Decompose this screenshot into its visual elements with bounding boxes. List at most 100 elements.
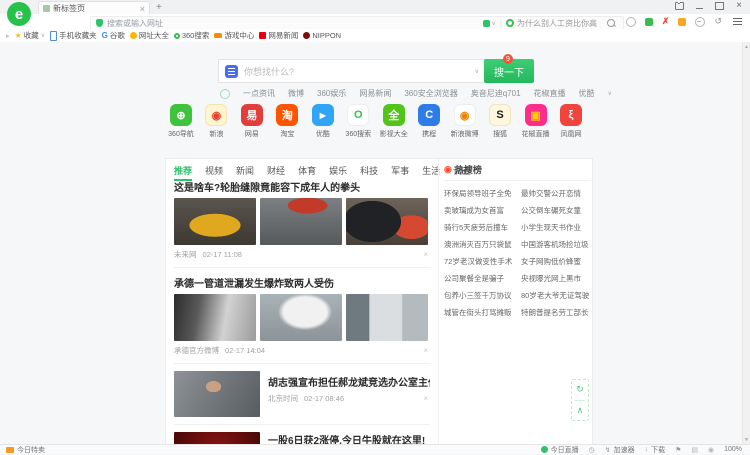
search-icon[interactable] xyxy=(607,19,615,27)
hot-word[interactable]: 360娱乐 xyxy=(317,88,346,99)
news-thumbnail[interactable] xyxy=(346,198,428,245)
news-thumbnail[interactable] xyxy=(174,198,256,245)
tab-close-icon[interactable]: × xyxy=(140,4,145,14)
downloads[interactable]: ↓ 下载 xyxy=(645,445,666,455)
page-scrollbar[interactable]: ▲ ▼ xyxy=(742,42,750,445)
accelerator[interactable]: ↯ 加速器 xyxy=(605,445,635,455)
chevron-down-icon[interactable]: ∨ xyxy=(492,20,496,27)
browser-tab[interactable]: 新标签页 × xyxy=(38,1,150,15)
hot-word[interactable]: 360安全浏览器 xyxy=(404,88,457,99)
refresh-hotwords-icon[interactable] xyxy=(220,89,230,99)
daily-deals[interactable]: 今日特卖 xyxy=(6,445,45,455)
app-sina[interactable]: ◉ 新浪 xyxy=(199,104,233,139)
app-taobao[interactable]: 淘 淘宝 xyxy=(270,104,304,139)
bookmark-favorites[interactable]: ★ 收藏 ∨ xyxy=(15,30,46,41)
news-thumbnail[interactable] xyxy=(174,371,260,417)
flag-icon[interactable]: ⚑ xyxy=(675,446,681,454)
page-search-box[interactable]: 你想找什么? ∨ xyxy=(218,59,485,83)
app-ctrip[interactable]: C 携程 xyxy=(412,104,446,139)
hot-search-suggestion[interactable]: 为什么别人工资比你高 xyxy=(517,18,597,29)
adblock-icon[interactable] xyxy=(695,17,705,27)
refresh-feed-icon[interactable]: ↻ xyxy=(576,384,584,395)
bookmark-netease-news[interactable]: 网易新闻 xyxy=(259,30,298,41)
hot-search-item[interactable]: 环保局领导班子全免 xyxy=(444,188,513,199)
hot-search-item[interactable]: 最帅交警公开恋情 xyxy=(521,188,590,199)
hot-search-item[interactable]: 80岁老大爷无证驾驶 xyxy=(521,290,590,301)
hot-search-item[interactable]: 72岁老汉做变性手术 xyxy=(444,256,513,267)
hot-search-item[interactable]: 包养小三签千万协议 xyxy=(444,290,513,301)
bookmark-site-directory[interactable]: 网址大全 xyxy=(130,30,169,41)
scroll-up-icon[interactable]: ▲ xyxy=(744,44,749,50)
bookmark-nippon[interactable]: NIPPON xyxy=(303,31,341,40)
restore-session-icon[interactable]: ↺ xyxy=(714,16,722,27)
news-thumbnail[interactable] xyxy=(346,294,428,341)
plugin-green-icon[interactable] xyxy=(483,20,490,27)
bookmark-360-search[interactable]: 360搜索 xyxy=(174,30,210,41)
skin-theme-icon[interactable] xyxy=(675,2,684,10)
hot-search-item[interactable]: 骑行5天疲劳后撞车 xyxy=(444,222,513,233)
news-item[interactable]: 承德一管道泄漏发生爆炸致两人受伤 承德官方微博 02-17 14:04 × xyxy=(174,275,430,356)
green-extension-icon[interactable] xyxy=(645,18,653,26)
chevron-down-icon[interactable]: ∨ xyxy=(608,90,612,97)
dismiss-icon[interactable]: × xyxy=(423,346,428,355)
hot-word[interactable]: 优酷 xyxy=(579,88,595,99)
hot-search-item[interactable]: 特朗普提名劳工部长 xyxy=(521,307,590,318)
address-bar[interactable]: 搜索或输入网址 ∨ | 为什么别人工资比你高 xyxy=(90,16,624,30)
bookmark-game-center[interactable]: 游戏中心 xyxy=(214,30,254,41)
dismiss-icon[interactable]: × xyxy=(423,250,428,259)
news-item[interactable]: 胡志强宣布担任郝龙斌竞选办公室主任 北京时间 02-17 08:46 × xyxy=(174,371,430,417)
new-tab-button[interactable]: + xyxy=(156,2,162,13)
app-360-nav[interactable]: ⊕ 360导航 xyxy=(164,104,198,139)
zoom-level[interactable]: 100% xyxy=(724,446,742,453)
search-input[interactable]: 你想找什么? xyxy=(244,65,475,78)
history-clock-icon[interactable]: ◷ xyxy=(589,446,595,454)
news-item[interactable]: 这是啥车?轮胎缝隙竟能容下成年人的拳头 未来网 02-17 11:08 × xyxy=(174,179,430,260)
hot-search-item[interactable]: 卖玻璃成为女首富 xyxy=(444,205,513,216)
menu-icon[interactable] xyxy=(733,18,742,25)
hot-word[interactable]: 微博 xyxy=(288,88,304,99)
hot-search-item[interactable]: 澳洲消灭百万只袋鼠 xyxy=(444,239,513,250)
hot-search-item[interactable]: 小学生现天书作业 xyxy=(521,222,590,233)
bookmarks-expander-icon[interactable]: ▸ xyxy=(6,32,10,40)
sound-icon[interactable]: ◉ xyxy=(708,446,714,454)
app-weibo[interactable]: ◉ 新浪微博 xyxy=(448,104,482,139)
hot-search-item[interactable]: 公司聚餐全是骗子 xyxy=(444,273,513,284)
hot-search-item[interactable]: 公交倒车碾死女童 xyxy=(521,205,590,216)
hot-word[interactable]: 网易新闻 xyxy=(359,88,391,99)
live-today[interactable]: 今日直播 xyxy=(541,445,579,455)
address-placeholder[interactable]: 搜索或输入网址 xyxy=(107,18,483,29)
hot-search-item[interactable]: 央视曝光网上黑市 xyxy=(521,273,590,284)
hot-word[interactable]: 一点资讯 xyxy=(243,88,275,99)
bookmark-google[interactable]: G 谷歌 xyxy=(102,30,125,41)
close-window-button[interactable]: × xyxy=(736,2,742,10)
news-title[interactable]: 胡志强宣布担任郝龙斌竞选办公室主任 xyxy=(268,374,430,389)
news-title[interactable]: 这是啥车?轮胎缝隙竟能容下成年人的拳头 xyxy=(174,179,430,194)
app-youku[interactable]: ▶ 优酷 xyxy=(306,104,340,139)
orange-extension-icon[interactable] xyxy=(678,18,686,26)
news-title[interactable]: 承德一管道泄漏发生爆炸致两人受伤 xyxy=(174,275,430,290)
browser-logo-icon[interactable]: e xyxy=(7,2,31,26)
news-thumbnail[interactable] xyxy=(260,198,342,245)
app-sohu[interactable]: S 搜狐 xyxy=(483,104,517,139)
app-ifeng[interactable]: ξ 凤凰网 xyxy=(554,104,588,139)
scroll-down-icon[interactable]: ▼ xyxy=(744,437,749,443)
hot-search-item[interactable]: 城管在街头打骂摊贩 xyxy=(444,307,513,318)
hot-search-item[interactable]: 女子网购低价蜂蜜 xyxy=(521,256,590,267)
hot-word[interactable]: 奥音尼迪q701 xyxy=(471,88,521,99)
app-netease[interactable]: 易 网易 xyxy=(235,104,269,139)
hot-word[interactable]: 花椒直播 xyxy=(534,88,566,99)
hot-search-item[interactable]: 中国游客机场捡垃圾 xyxy=(521,239,590,250)
snapshot-icon[interactable]: ▤ xyxy=(691,446,698,454)
flash-block-icon[interactable]: ✗ xyxy=(662,16,670,27)
maximize-button[interactable] xyxy=(715,2,724,10)
dismiss-icon[interactable]: × xyxy=(423,394,428,403)
news-thumbnail[interactable] xyxy=(260,294,342,341)
app-movies[interactable]: 全 影视大全 xyxy=(377,104,411,139)
app-360-search[interactable]: O 360搜索 xyxy=(341,104,375,139)
bookmark-phone-favorites[interactable]: 手机收藏夹 xyxy=(50,30,97,41)
news-thumbnail[interactable] xyxy=(174,294,256,341)
globe-extension-icon[interactable] xyxy=(626,17,636,27)
chevron-down-icon[interactable]: ∨ xyxy=(475,68,479,75)
minimize-button[interactable] xyxy=(696,8,703,9)
back-to-top-icon[interactable]: ∧ xyxy=(577,405,584,416)
